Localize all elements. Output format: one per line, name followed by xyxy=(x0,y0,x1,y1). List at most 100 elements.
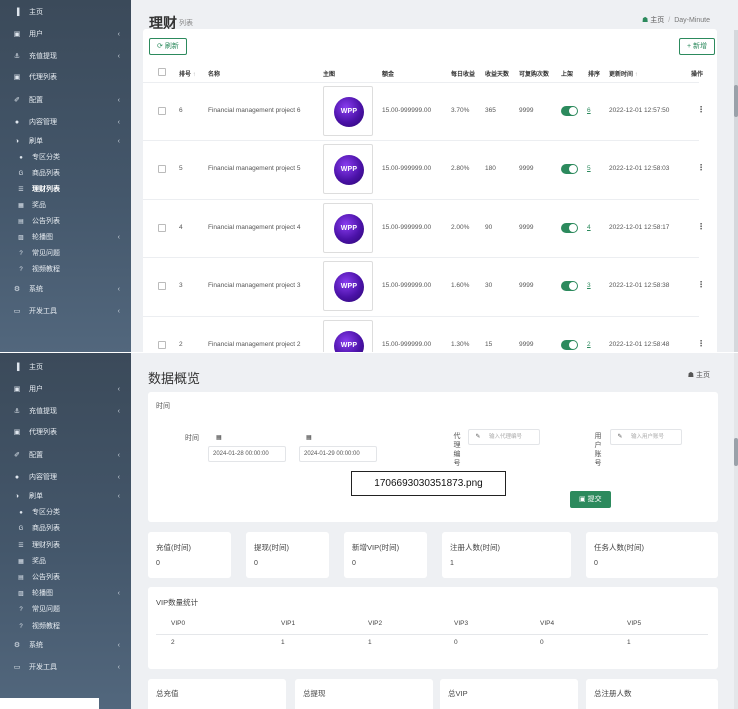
sidebar-item-6[interactable]: ◑ 刷单 ‹ xyxy=(0,489,131,505)
sidebar-item-8[interactable]: G 商品列表 xyxy=(0,166,131,182)
vip-divider xyxy=(156,634,708,635)
cell-name: Financial management project 4 xyxy=(208,224,301,231)
product-image[interactable]: WPP xyxy=(323,203,373,253)
row-checkbox[interactable] xyxy=(158,282,166,290)
sidebar-item-label: 充值提现 xyxy=(29,408,57,415)
row-checkbox[interactable] xyxy=(158,341,166,349)
sidebar-item-16[interactable]: ▭ 开发工具 ‹ xyxy=(0,660,131,676)
total-card: 总注册人数 xyxy=(586,679,718,709)
sidebar-item-3[interactable]: ▣ 代理列表 xyxy=(0,425,131,441)
sidebar-item-label: 用户 xyxy=(29,386,43,393)
sidebar-item-12[interactable]: ▨ 轮播图 ‹ xyxy=(0,586,131,602)
sidebar-item-11[interactable]: ▤ 公告列表 xyxy=(0,214,131,230)
question-icon: ? xyxy=(19,607,23,613)
sidebar-item-4[interactable]: ✐ 配置 ‹ xyxy=(0,93,131,109)
sidebar-item-14[interactable]: ? 视频教程 xyxy=(0,619,131,635)
column-header-updated[interactable]: 更新时间 ↑ xyxy=(609,69,638,78)
sidebar-item-2[interactable]: ⚓ 充值提现 ‹ xyxy=(0,404,131,420)
sidebar-item-9[interactable]: ☰ 理财列表 xyxy=(0,538,131,554)
stat-value: 0 xyxy=(594,560,598,567)
cell-days: 30 xyxy=(485,282,493,289)
add-button[interactable]: + 新增 xyxy=(678,38,715,55)
sidebar-item-4[interactable]: ✐ 配置 ‹ xyxy=(0,448,131,464)
column-header-id[interactable]: 排号 ↑ xyxy=(179,69,196,78)
cell-updated: 2022-12-01 12:58:17 xyxy=(609,224,670,231)
sort-arrow-icon: ↑ xyxy=(191,72,196,78)
list-icon: ☰ xyxy=(18,187,24,193)
scrollbar-thumb[interactable] xyxy=(734,85,738,117)
more-actions-icon[interactable]: ⋮ xyxy=(697,105,705,114)
start-date-input[interactable]: 2024-01-28 00:00:00 xyxy=(208,446,286,462)
more-actions-icon[interactable]: ⋮ xyxy=(697,339,705,348)
sidebar-item-0[interactable]: ▐ 主页 xyxy=(0,360,131,376)
gear-icon: ⚙ xyxy=(13,286,21,293)
sidebar-item-3[interactable]: ▣ 代理列表 xyxy=(0,70,131,86)
more-actions-icon[interactable]: ⋮ xyxy=(697,222,705,231)
chevron-left-icon: ‹ xyxy=(117,408,120,415)
sidebar-item-0[interactable]: ▐ 主页 xyxy=(0,5,131,21)
order-link[interactable]: 3 xyxy=(587,282,591,289)
vip-value: 0 xyxy=(454,639,458,646)
sidebar-item-10[interactable]: ▦ 奖品 xyxy=(0,198,131,214)
filename-tooltip: 1706693030351873.png xyxy=(351,471,506,496)
sidebar-item-9[interactable]: ☰ 理财列表 xyxy=(0,182,131,198)
breadcrumb-home[interactable]: 主页 xyxy=(696,372,710,379)
product-image[interactable]: WPP xyxy=(323,86,373,136)
sidebar-item-7[interactable]: ● 专区分类 xyxy=(0,150,131,166)
sidebar-item-label: 配置 xyxy=(29,97,43,104)
scrollbar[interactable] xyxy=(734,353,738,709)
user-account-input[interactable]: ✎ 输入用户账号 xyxy=(610,429,682,445)
sidebar-item-13[interactable]: ? 常见问题 xyxy=(0,246,131,262)
select-all-checkbox[interactable] xyxy=(158,68,166,76)
shelf-toggle[interactable] xyxy=(561,164,578,174)
row-checkbox[interactable] xyxy=(158,165,166,173)
sidebar-item-15[interactable]: ⚙ 系统 ‹ xyxy=(0,282,131,298)
sidebar-item-5[interactable]: ● 内容管理 ‹ xyxy=(0,470,131,486)
product-image[interactable]: WPP xyxy=(323,320,373,352)
sidebar-item-label: 代理列表 xyxy=(29,429,57,436)
sidebar-item-5[interactable]: ● 内容管理 ‹ xyxy=(0,115,131,131)
agent-id-input[interactable]: ✎ 输入代理编号 xyxy=(468,429,540,445)
sidebar-item-7[interactable]: ● 专区分类 xyxy=(0,505,131,521)
cell-daily: 2.80% xyxy=(451,165,470,172)
sidebar-item-label: 专区分类 xyxy=(32,154,60,161)
product-image[interactable]: WPP xyxy=(323,144,373,194)
edit-icon: ✎ xyxy=(617,434,623,440)
sidebar-item-14[interactable]: ? 视频教程 xyxy=(0,262,131,278)
more-actions-icon[interactable]: ⋮ xyxy=(697,280,705,289)
order-link[interactable]: 4 xyxy=(587,224,591,231)
sidebar: ▐ 主页 ▣ 用户 ‹ ⚓ 充值提现 ‹ ▣ 代理列表 ✐ 配置 ‹ ● 内容管理 ‹ ◑ 刷单 ‹ ● 专区分类 G 商品… xyxy=(0,0,131,352)
row-checkbox[interactable] xyxy=(158,107,166,115)
end-date-input[interactable]: 2024-01-29 00:00:00 xyxy=(299,446,377,462)
order-link[interactable]: 6 xyxy=(587,107,591,114)
sidebar-item-6[interactable]: ◑ 刷单 ‹ xyxy=(0,134,131,150)
order-link[interactable]: 2 xyxy=(587,341,591,348)
shelf-toggle[interactable] xyxy=(561,223,578,233)
row-checkbox[interactable] xyxy=(158,224,166,232)
shelf-toggle[interactable] xyxy=(561,106,578,116)
order-link[interactable]: 5 xyxy=(587,165,591,172)
sidebar-item-label: 视频教程 xyxy=(32,623,60,630)
sidebar-item-13[interactable]: ? 常见问题 xyxy=(0,602,131,618)
submit-button[interactable]: ▣ 提交 xyxy=(570,491,611,508)
shelf-toggle[interactable] xyxy=(561,281,578,291)
column-header-daily: 每日收益 xyxy=(451,72,476,78)
vip-header: VIP3 xyxy=(454,620,469,627)
sidebar-item-15[interactable]: ⚙ 系统 ‹ xyxy=(0,638,131,654)
sidebar-item-2[interactable]: ⚓ 充值提现 ‹ xyxy=(0,49,131,65)
sidebar-item-16[interactable]: ▭ 开发工具 ‹ xyxy=(0,304,131,320)
scrollbar[interactable] xyxy=(734,30,738,352)
sidebar-item-11[interactable]: ▤ 公告列表 xyxy=(0,570,131,586)
shelf-toggle[interactable] xyxy=(561,340,578,350)
refresh-button[interactable]: ⟳ 刷新 xyxy=(149,38,187,55)
sidebar-item-1[interactable]: ▣ 用户 ‹ xyxy=(0,382,131,398)
more-actions-icon[interactable]: ⋮ xyxy=(697,163,705,172)
breadcrumb-home[interactable]: 主页 xyxy=(650,17,664,24)
sidebar-item-12[interactable]: ▨ 轮播图 ‹ xyxy=(0,230,131,246)
product-image[interactable]: WPP xyxy=(323,261,373,311)
sidebar-item-8[interactable]: G 商品列表 xyxy=(0,521,131,537)
scrollbar-thumb[interactable] xyxy=(734,438,738,466)
sidebar-item-10[interactable]: ▦ 奖品 xyxy=(0,554,131,570)
sidebar-item-1[interactable]: ▣ 用户 ‹ xyxy=(0,27,131,43)
sidebar-item-label: 奖品 xyxy=(32,558,46,565)
